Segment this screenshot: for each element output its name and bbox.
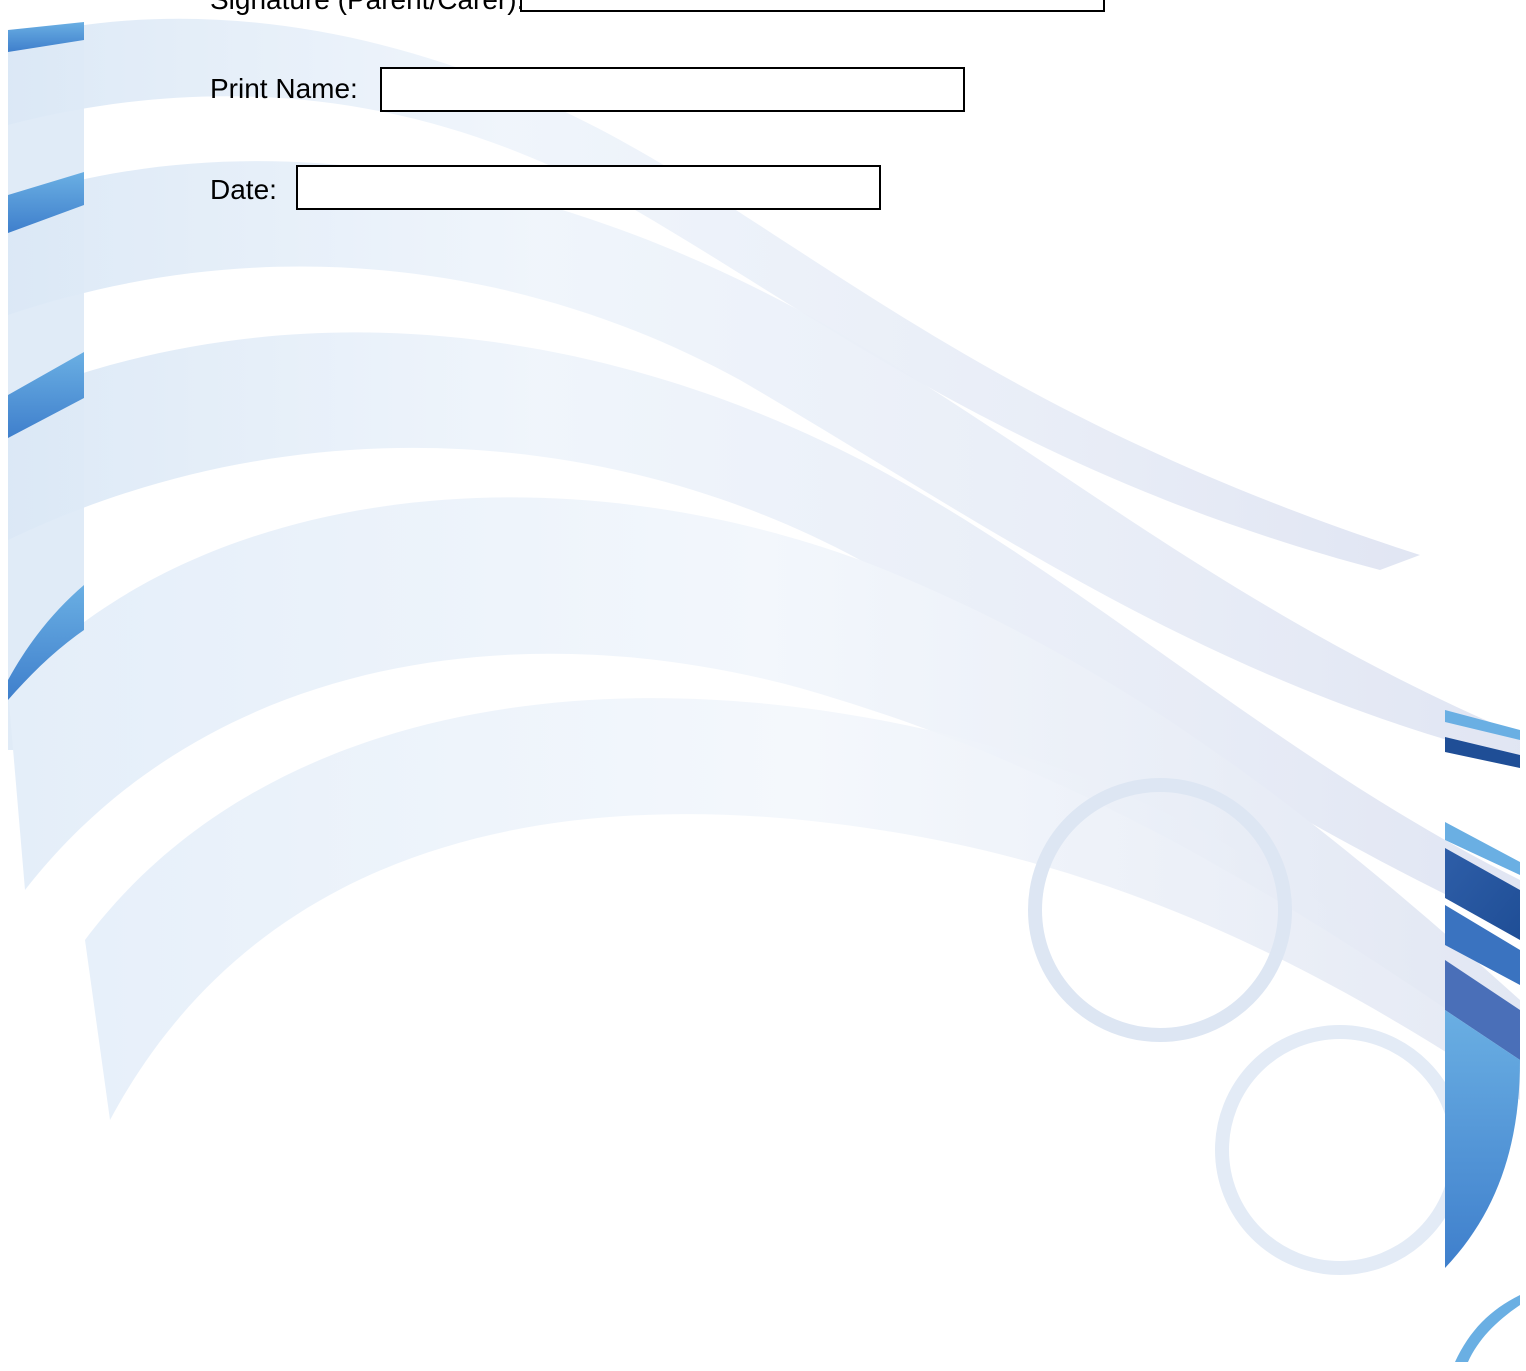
signature-field[interactable] [520,0,1105,12]
print-name-row: Print Name: [210,68,358,110]
print-name-field[interactable] [380,67,965,112]
signature-label: Signature (Parent/Carer): [210,0,524,16]
signature-row: Signature (Parent/Carer): [210,0,524,22]
circle-outline-large [1215,1025,1465,1275]
right-blue-corner-arc [1455,1295,1520,1362]
date-row: Date: [210,169,277,211]
print-name-label: Print Name: [210,73,358,104]
date-label: Date: [210,174,277,205]
date-field[interactable] [296,165,881,210]
